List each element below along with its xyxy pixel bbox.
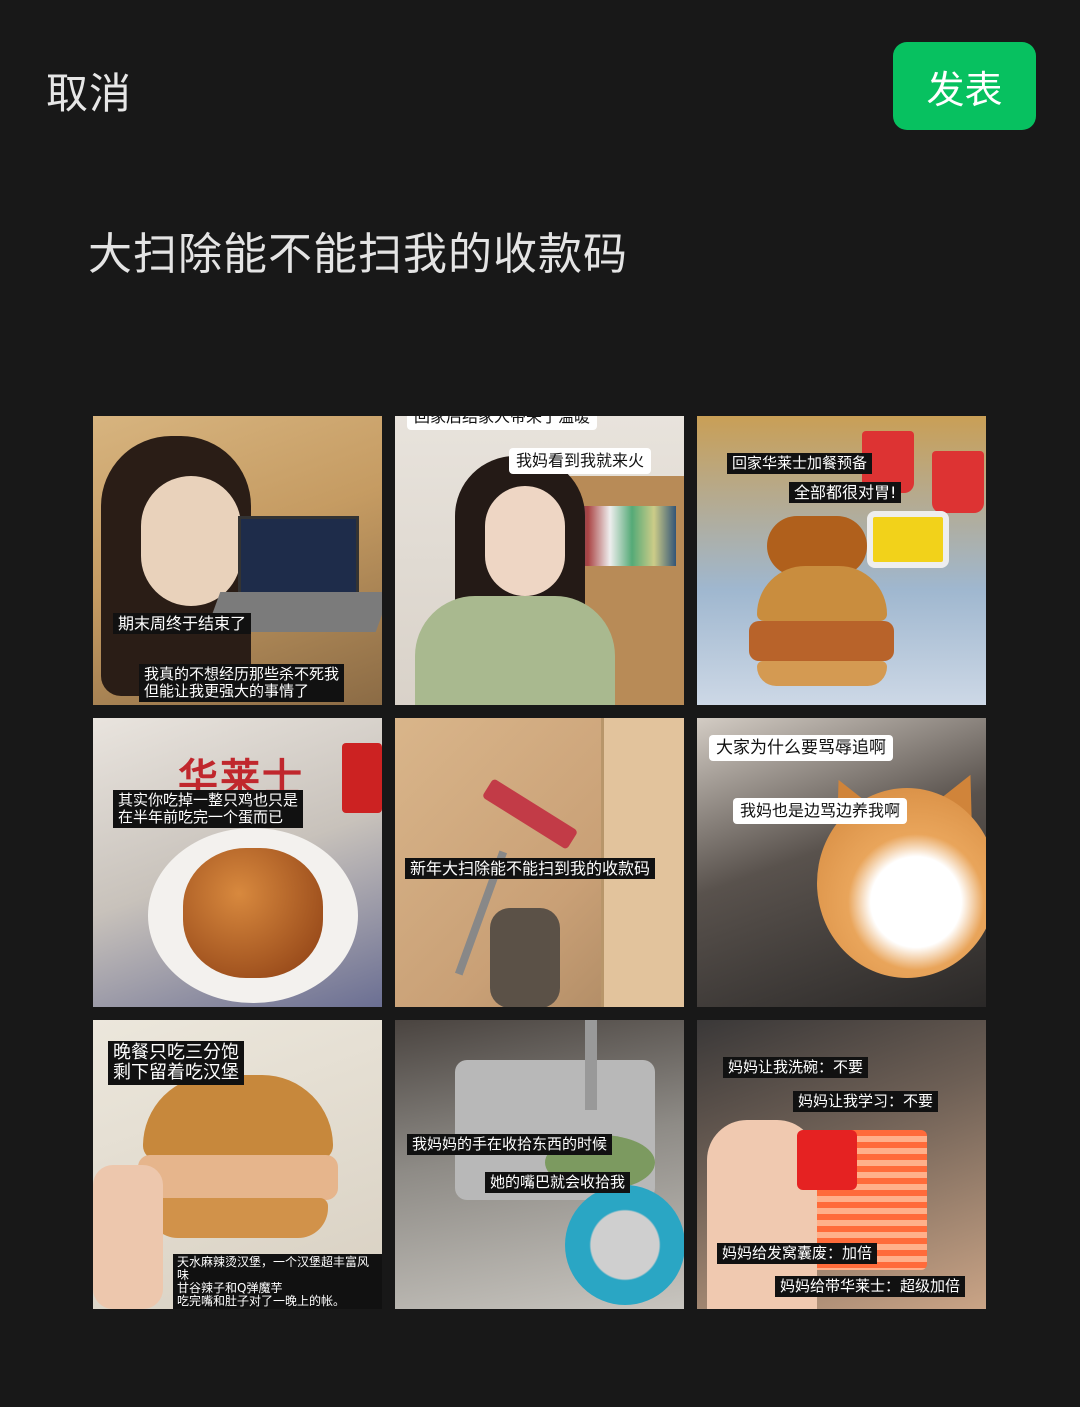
image-thumbnail-2[interactable]: 回家后结家人带来了温暖 我妈看到我就来火 xyxy=(395,416,684,705)
photo-art xyxy=(757,566,887,621)
image-caption: 妈妈给发窝囊废：加倍 xyxy=(717,1243,878,1264)
image-grid: 期末周终于结束了 我真的不想经历那些杀不死我 但能让我更强大的事情了 回家后结家… xyxy=(93,416,987,1309)
image-caption: 回家华莱士加餐预备 xyxy=(727,453,873,474)
image-thumbnail-3[interactable]: 回家华莱士加餐预备 全部都很对胃! xyxy=(697,416,986,705)
image-caption: 期末周终于结束了 xyxy=(113,613,252,634)
image-thumbnail-9[interactable]: 妈妈让我洗碗：不要 妈妈让我学习：不要 妈妈给发窝囊废：加倍 妈妈给带华莱士：超… xyxy=(697,1020,986,1309)
image-thumbnail-1[interactable]: 期末周终于结束了 我真的不想经历那些杀不死我 但能让我更强大的事情了 xyxy=(93,416,382,705)
cancel-button[interactable]: 取消 xyxy=(46,60,132,121)
image-thumbnail-8[interactable]: 我妈妈的手在收拾东西的时候 她的嘴巴就会收拾我 xyxy=(395,1020,684,1309)
image-caption: 我真的不想经历那些杀不死我 但能让我更强大的事情了 xyxy=(139,664,345,702)
photo-art xyxy=(932,451,984,513)
publish-button[interactable]: 发表 xyxy=(893,42,1036,130)
photo-art xyxy=(342,743,382,813)
image-caption: 我妈也是边骂边养我啊 xyxy=(733,798,908,824)
photo-art xyxy=(415,596,615,705)
photo-art xyxy=(490,908,560,1007)
image-caption: 我妈看到我就来火 xyxy=(509,448,652,474)
image-caption: 妈妈让我学习：不要 xyxy=(793,1091,939,1112)
image-caption: 全部都很对胃! xyxy=(789,482,902,503)
photo-art xyxy=(481,778,579,850)
image-caption: 我妈妈的手在收拾东西的时候 xyxy=(407,1134,613,1155)
image-caption: 大家为什么要骂辱追啊 xyxy=(709,735,893,761)
image-caption: 妈妈让我洗碗：不要 xyxy=(723,1057,869,1078)
photo-art xyxy=(585,1020,597,1110)
photo-art xyxy=(141,476,241,606)
image-thumbnail-5[interactable]: 新年大扫除能不能扫到我的收款码 xyxy=(395,718,684,1007)
photo-art xyxy=(143,1075,333,1160)
image-caption: 新年大扫除能不能扫到我的收款码 xyxy=(405,858,656,879)
photo-art xyxy=(138,1155,338,1200)
photo-art xyxy=(565,1185,684,1305)
image-thumbnail-6[interactable]: 大家为什么要骂辱追啊 我妈也是边骂边养我啊 xyxy=(697,718,986,1007)
photo-art xyxy=(485,486,565,596)
image-caption: 回家后结家人带来了温暖 xyxy=(407,416,598,430)
image-caption: 晚餐只吃三分饱 剩下留着吃汉堡 xyxy=(108,1041,244,1085)
image-caption: 她的嘴巴就会收拾我 xyxy=(485,1172,631,1193)
photo-art xyxy=(183,848,323,978)
image-caption: 妈妈给带华莱士：超级加倍 xyxy=(775,1276,966,1297)
image-caption: 其实你吃掉一整只鸡也只是 在半年前吃完一个蛋而已 xyxy=(113,790,304,828)
photo-art xyxy=(867,511,949,568)
photo-art xyxy=(238,516,359,597)
image-thumbnail-7[interactable]: 晚餐只吃三分饱 剩下留着吃汉堡 天水麻辣烫汉堡，一个汉堡超丰富风味 甘谷辣子和Q… xyxy=(93,1020,382,1309)
photo-art xyxy=(749,621,894,661)
photo-art xyxy=(757,661,887,686)
photo-art xyxy=(148,1198,328,1238)
image-thumbnail-4[interactable]: 华莱士 其实你吃掉一整只鸡也只是 在半年前吃完一个蛋而已 xyxy=(93,718,382,1007)
photo-art xyxy=(93,1165,163,1309)
image-caption: 天水麻辣烫汉堡，一个汉堡超丰富风味 甘谷辣子和Q弹魔芋 吃完嘴和肚子对了一晚上的… xyxy=(173,1254,382,1309)
post-text[interactable]: 大扫除能不能扫我的收款码 xyxy=(88,218,628,282)
photo-art xyxy=(797,1130,857,1190)
